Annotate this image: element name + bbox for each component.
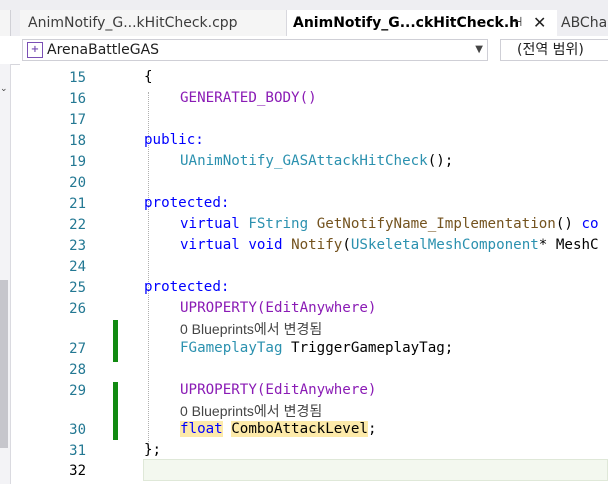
project-label: ArenaBattleGAS [47,42,160,58]
project-icon: + [27,42,43,58]
code-line: UPROPERTY(EditAnywhere) [180,382,377,398]
current-line-highlight [143,459,608,481]
line-number: 31 [69,443,86,459]
scope-dropdown[interactable]: (전역 범위) [500,39,608,61]
code-line: virtual void Notify(USkeletalMeshCompone… [180,237,599,253]
codelens-blueprints[interactable]: 0 Blueprints에서 변경됨 [180,319,322,339]
code-line: UPROPERTY(EditAnywhere) [180,300,377,316]
side-scrollbar-thumb[interactable] [0,280,8,448]
line-number: 21 [69,196,86,212]
code-line: UAnimNotify_GASAttackHitCheck(); [180,153,454,169]
code-line: GENERATED_BODY() [180,90,317,106]
tab-strip-edge [0,10,11,36]
line-number: 24 [69,259,86,275]
code-line: public: [144,132,204,148]
code-line: protected: [144,279,230,295]
code-line: protected: [144,195,230,211]
tab-strip: AnimNotify_G...kHitCheck.cpp AnimNotify_… [0,0,608,36]
line-number: 20 [69,175,86,191]
navigation-bar: + ArenaBattleGAS ▼ (전역 범위) [0,36,608,65]
line-number: 27 [69,341,86,357]
code-line: float ComboAttackLevel; [180,421,377,437]
pin-icon[interactable]: ⊣ [511,10,522,36]
code-line: virtual FString GetNotifyName_Implementa… [180,216,599,232]
line-number: 16 [69,91,86,107]
line-number: 29 [69,383,86,399]
code-line: { [144,69,153,85]
line-number: 22 [69,217,86,233]
code-line: FGameplayTag TriggerGameplayTag; [180,340,454,356]
line-number: 30 [69,422,86,438]
code-line: }; [144,442,162,458]
change-indicator-bar [113,320,118,362]
tab-abcharacter[interactable]: ABCha [557,10,608,36]
tab-cpp-file[interactable]: AnimNotify_G...kHitCheck.cpp [20,10,287,36]
line-number: 15 [69,70,86,86]
chevron-down-icon[interactable]: ▼ [475,40,483,60]
tab-header-file[interactable]: AnimNotify_G...ckHitCheck.h ⊣ ✕ [287,10,557,36]
line-number: 19 [69,154,86,170]
tab-header-label: AnimNotify_G...ckHitCheck.h [293,15,520,31]
project-dropdown[interactable]: + ArenaBattleGAS ▼ [22,39,488,61]
line-number: 17 [69,112,86,128]
chevron-down-icon[interactable]: ⌄ [0,84,8,94]
line-number: 18 [69,133,86,149]
line-number: 32 [69,463,86,479]
change-indicator-bar [113,382,118,440]
line-number: 28 [69,362,86,378]
line-number: 26 [69,301,86,317]
close-icon[interactable]: ✕ [533,10,546,36]
line-number: 25 [69,280,86,296]
codelens-blueprints[interactable]: 0 Blueprints에서 변경됨 [180,401,322,421]
line-number: 23 [69,238,86,254]
